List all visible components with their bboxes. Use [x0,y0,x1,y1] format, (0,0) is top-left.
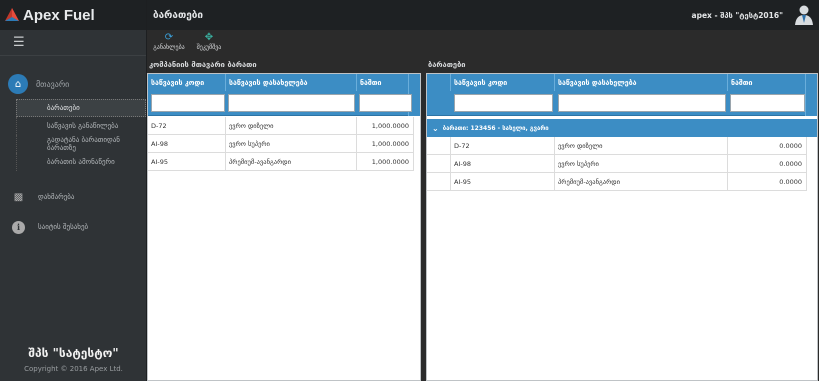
filter-code-input[interactable] [454,94,553,112]
cell-balance: 0.0000 [728,137,807,155]
grid-header: საწვავის კოდი საწვავის დასახელება ნაშთი [427,74,817,116]
nav-section-main[interactable]: ⌂ მთავარი [0,70,146,98]
sidebar: Apex Fuel ☰ ⌂ მთავარი ბარათები საწვავის … [0,0,147,381]
avatar-icon[interactable] [793,3,815,25]
sidebar-item-about[interactable]: i საიტის შესახებ [0,215,146,239]
grid-header: საწვავის კოდი საწვავის დასახელება ნაშთი [148,74,420,116]
cell-code: AI-98 [451,155,555,173]
column-header-name[interactable]: საწვავის დასახელება [226,74,357,91]
left-panel-title: კომპანიის მთავარი ბარათი [149,60,257,69]
cell-name: ევრო დიზელი [555,137,728,155]
sidebar-item-card-statement[interactable]: ბარათის ამონაწერი [16,153,146,171]
cell-name: ევრო სუპერი [226,135,357,153]
cell-name: ევრო დიზელი [226,117,357,135]
table-row[interactable]: AI-95 პრემიუმ-ავანგარდი 1,000.0000 [148,153,414,171]
top-bar: ბარათები apex - შპს "ტესტ2016" [147,0,819,30]
move-icon: ✥ [204,32,214,43]
cell-code: D-72 [148,117,226,135]
main-card-grid: საწვავის კოდი საწვავის დასახელება ნაშთი … [147,73,421,381]
brand-name: Apex Fuel [23,6,95,24]
table-row[interactable]: D-72 ევრო დიზელი 0.0000 [427,137,807,155]
chevron-down-icon[interactable]: ⌄ [432,124,439,133]
toolbar: ⟳ განახლება ✥ შეკუმშვა [147,30,819,57]
sidebar-item-cards[interactable]: ბარათები [16,99,146,117]
collapse-button[interactable]: ✥ შეკუმშვა [193,30,225,57]
column-header-balance[interactable]: ნაშთი [357,74,414,91]
menu-toggle-icon[interactable]: ☰ [0,30,146,56]
table-row[interactable]: AI-98 ევრო სუპერი 1,000.0000 [148,135,414,153]
header-scroll-strip [805,74,817,116]
cell-indent [427,155,451,173]
cell-balance: 1,000.0000 [357,117,414,135]
support-label: დახმარება [38,193,75,201]
sidebar-item-support[interactable]: ▩ დახმარება [0,185,146,209]
filter-code-input[interactable] [151,94,225,112]
filter-name-input[interactable] [228,94,355,112]
cell-balance: 1,000.0000 [357,153,414,171]
page-title: ბარათები [153,9,204,21]
nav-sub-list: ბარათები საწვავის განაწილება გადატანა ბა… [0,99,146,171]
cards-grid: საწვავის კოდი საწვავის დასახელება ნაშთი … [426,73,818,381]
cell-code: AI-95 [451,173,555,191]
table-row[interactable]: AI-95 პრემიუმ-ავანგარდი 0.0000 [427,173,807,191]
filter-balance-input[interactable] [730,94,805,112]
copyright: Copyright © 2016 Apex Ltd. [24,365,123,373]
column-header-code[interactable]: საწვავის კოდი [148,74,226,91]
cell-balance: 0.0000 [728,173,807,191]
info-icon: i [12,220,25,234]
group-row-card[interactable]: ⌄ ბარათი: 123456 - სახელი, გვარი [427,119,817,137]
cell-name: პრემიუმ-ავანგარდი [226,153,357,171]
brand[interactable]: Apex Fuel [0,0,146,30]
column-header-code[interactable]: საწვავის კოდი [451,74,555,91]
refresh-label: განახლება [153,44,185,51]
group-label: ბარათი: 123456 - სახელი, გვარი [442,124,549,132]
cell-indent [427,173,451,191]
company-name: შპს "სატესტო" [28,346,119,360]
cell-code: AI-95 [148,153,226,171]
group-column-header[interactable] [427,74,451,91]
chat-icon: ▩ [13,191,24,203]
column-header-balance[interactable]: ნაშთი [728,74,807,91]
sidebar-item-card-transfer[interactable]: გადატანა ბარათიდან ბარათზე [16,135,146,153]
filter-balance-input[interactable] [359,94,412,112]
user-name[interactable]: apex - შპს "ტესტ2016" [692,11,783,20]
cell-code: AI-98 [148,135,226,153]
refresh-button[interactable]: ⟳ განახლება [153,30,185,57]
home-icon: ⌂ [8,74,28,94]
cell-code: D-72 [451,137,555,155]
about-label: საიტის შესახებ [38,223,89,231]
cell-name: ევრო სუპერი [555,155,728,173]
brand-logo-icon [5,8,19,21]
cell-balance: 1,000.0000 [357,135,414,153]
column-header-name[interactable]: საწვავის დასახელება [555,74,728,91]
cell-balance: 0.0000 [728,155,807,173]
table-row[interactable]: D-72 ევრო დიზელი 1,000.0000 [148,117,414,135]
sidebar-item-fuel-distribution[interactable]: საწვავის განაწილება [16,117,146,135]
nav-section-label: მთავარი [36,79,70,89]
table-row[interactable]: AI-98 ევრო სუპერი 0.0000 [427,155,807,173]
refresh-icon: ⟳ [164,32,174,43]
cell-indent [427,137,451,155]
right-panel-title: ბარათები [428,60,466,69]
filter-name-input[interactable] [558,94,726,112]
collapse-label: შეკუმშვა [196,44,222,51]
cell-name: პრემიუმ-ავანგარდი [555,173,728,191]
